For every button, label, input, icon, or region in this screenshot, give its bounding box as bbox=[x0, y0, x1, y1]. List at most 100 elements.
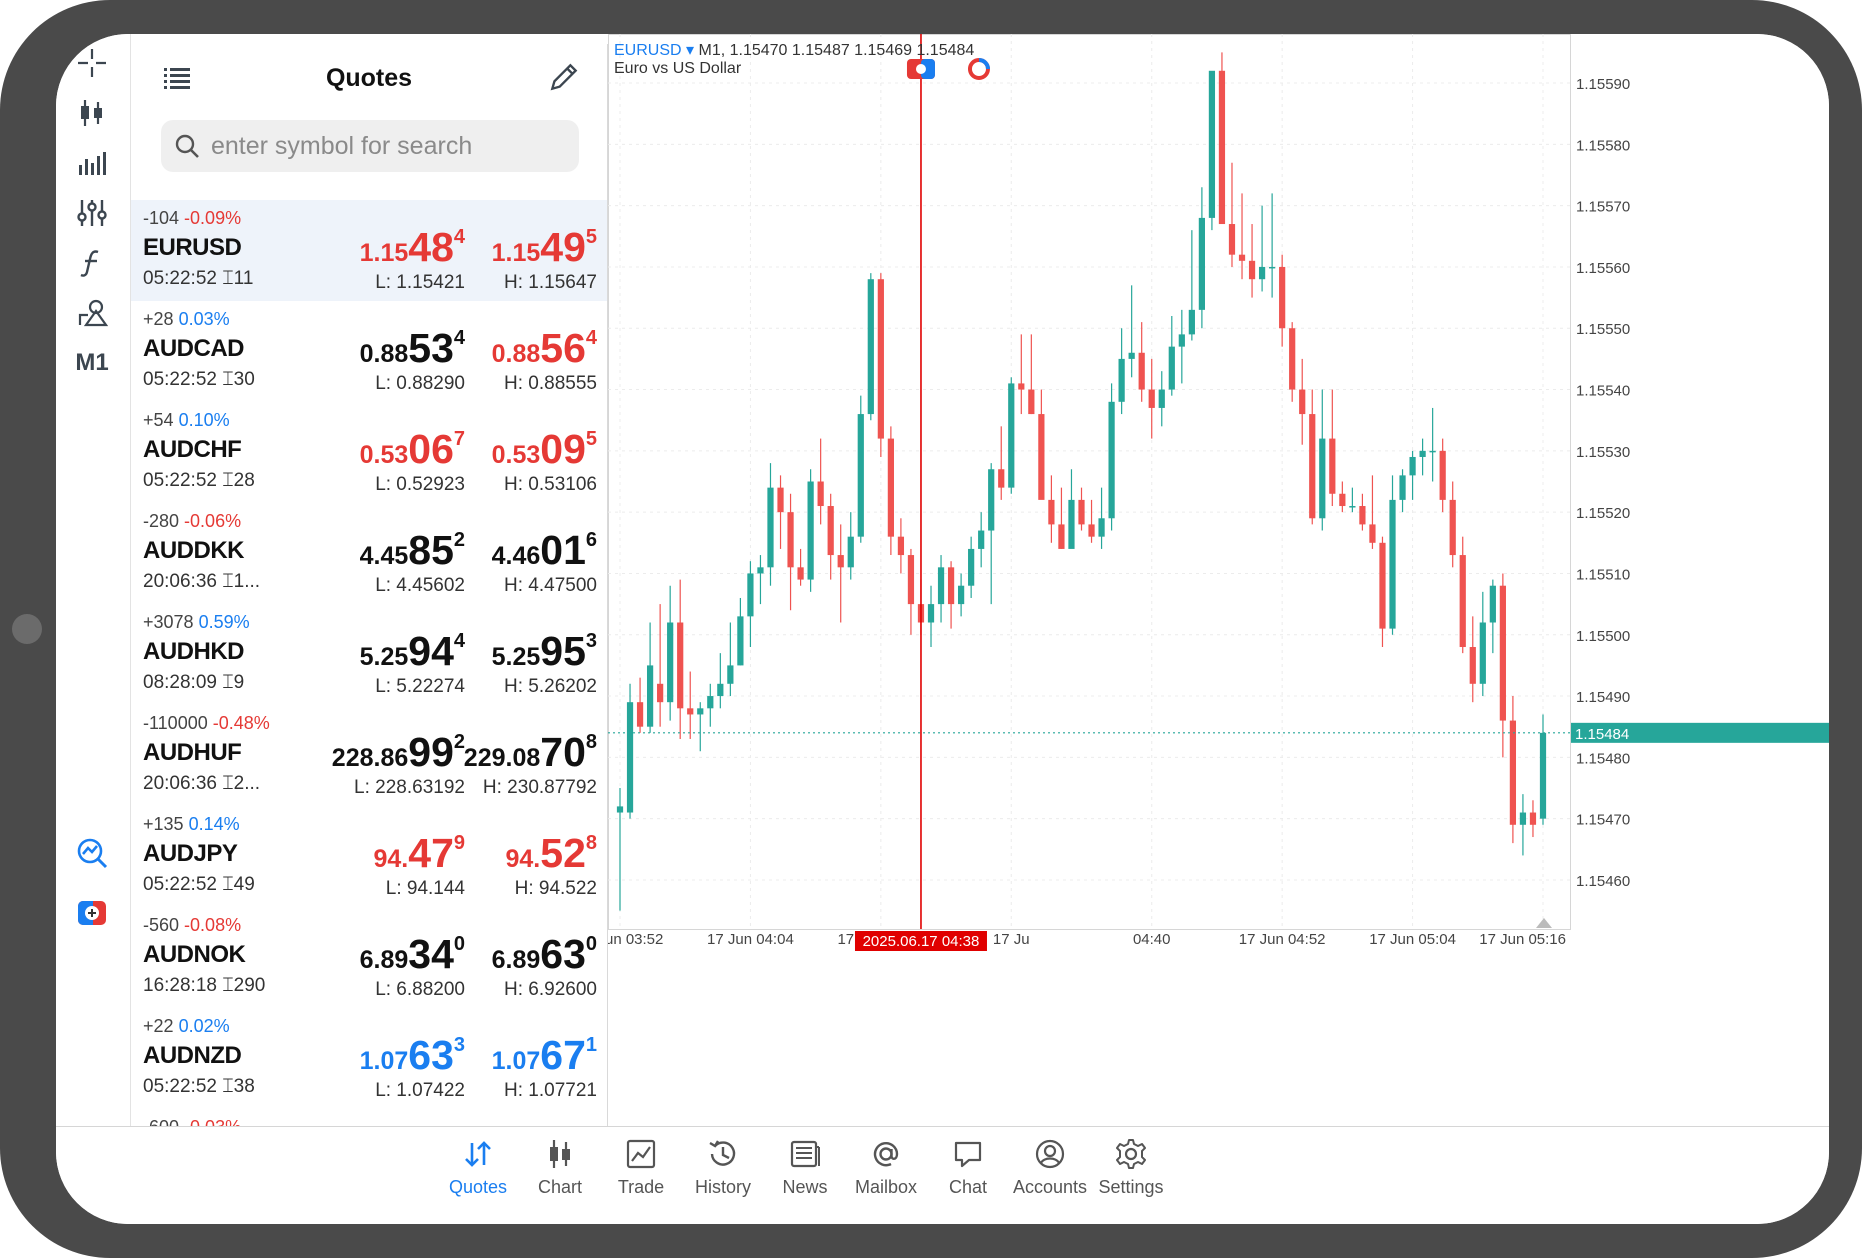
candle-body bbox=[1299, 389, 1306, 415]
quote-bid-price[interactable]: 1.07 63 3 bbox=[360, 1032, 465, 1079]
candle-body bbox=[757, 567, 764, 574]
quote-bid-price[interactable]: 228.86 99 2 bbox=[332, 729, 465, 776]
function-icon[interactable] bbox=[69, 240, 115, 286]
quote-time: 05:22:52 ⌶38 bbox=[143, 1076, 255, 1098]
candle-body bbox=[1018, 383, 1025, 390]
candle-body bbox=[998, 469, 1005, 488]
candle-body bbox=[1028, 389, 1035, 415]
quote-change-points: +28 bbox=[143, 309, 174, 329]
quote-bid-price[interactable]: 4.45 85 2 bbox=[360, 527, 465, 574]
one-click-center-icon bbox=[915, 64, 926, 74]
chart-symbol-dropdown-icon[interactable]: ▾ bbox=[686, 42, 698, 59]
quote-row[interactable]: +135 0.14% AUDJPY 05:22:52 ⌶49 94. 47 9 94. 52 8… bbox=[131, 806, 607, 907]
candle-body bbox=[1339, 493, 1346, 507]
quote-time: 20:06:36 ⌶1... bbox=[143, 571, 260, 593]
candle-body bbox=[677, 622, 684, 709]
quote-spread: 38 bbox=[233, 1076, 255, 1097]
candle-body bbox=[646, 665, 654, 727]
quote-change: +135 0.14% bbox=[143, 814, 240, 835]
price-small: 0.53 bbox=[359, 441, 409, 469]
home-button[interactable] bbox=[12, 614, 42, 644]
symbol-search[interactable] bbox=[161, 120, 579, 172]
quote-ask-price[interactable]: 229.08 70 8 bbox=[464, 729, 597, 776]
quote-row[interactable]: -104 -0.09% EURUSD 05:22:52 ⌶11 1.15 48 4 1.15… bbox=[131, 200, 607, 301]
price-big: 53 bbox=[408, 325, 454, 371]
candle-body bbox=[1208, 70, 1216, 218]
price-superscript: 2 bbox=[453, 529, 465, 551]
quote-change-points: +135 bbox=[143, 814, 184, 834]
news-icon bbox=[790, 1140, 820, 1168]
y-tick-label: 1.15490 bbox=[1576, 689, 1630, 706]
quote-bid-price[interactable]: 94. 47 9 bbox=[374, 830, 466, 877]
quote-low: L: 0.88290 bbox=[375, 373, 465, 394]
quote-row[interactable]: -280 -0.06% AUDDKK 20:06:36 ⌶1... 4.45 85 2 4.… bbox=[131, 503, 607, 604]
quote-row[interactable]: -600 -0.03% bbox=[131, 1109, 607, 1126]
price-small: 4.46 bbox=[491, 542, 541, 570]
quote-bid-price[interactable]: 5.25 94 4 bbox=[360, 628, 465, 675]
candlestick-chart[interactable]: 1.15590 1.15580 1.15570 1.15560 1.15550 1.155… bbox=[608, 34, 1829, 954]
nav-label: Settings bbox=[1098, 1177, 1164, 1197]
quote-bid-price[interactable]: 1.15 48 4 bbox=[360, 224, 465, 271]
candle-body bbox=[867, 279, 874, 415]
search-input[interactable] bbox=[209, 130, 573, 162]
chart-area[interactable]: 1.15590 1.15580 1.15570 1.15560 1.15550 1.155… bbox=[608, 34, 1829, 1126]
quote-ask-price[interactable]: 6.89 63 0 bbox=[492, 931, 597, 978]
quote-ask-price[interactable]: 94. 52 8 bbox=[506, 830, 598, 877]
candle-body bbox=[1309, 414, 1316, 519]
trade-signals-icon[interactable] bbox=[69, 830, 115, 876]
candle-body bbox=[717, 683, 724, 697]
quote-high: H: 230.87792 bbox=[482, 777, 597, 798]
candle-body bbox=[697, 708, 704, 715]
y-tick-label: 1.15510 bbox=[1576, 566, 1630, 583]
quote-ask-price[interactable]: 0.53 09 5 bbox=[492, 426, 597, 473]
spread-icon: ⌶ bbox=[222, 369, 234, 390]
quote-bid-price[interactable]: 0.53 06 7 bbox=[360, 426, 465, 473]
one-click-trading-icon[interactable] bbox=[69, 890, 115, 936]
quote-bid-price[interactable]: 6.89 34 0 bbox=[360, 931, 465, 978]
candles-icon[interactable] bbox=[69, 90, 115, 136]
quote-row[interactable]: +54 0.10% AUDCHF 05:22:52 ⌶28 0.53 06 7 0.53 09… bbox=[131, 402, 607, 503]
candle-body bbox=[1238, 254, 1246, 261]
candle-body bbox=[827, 506, 834, 556]
quote-ask-price[interactable]: 1.15 49 5 bbox=[492, 224, 597, 271]
quote-high: H: 1.15647 bbox=[504, 272, 597, 293]
quote-low: L: 1.15421 bbox=[375, 272, 465, 293]
price-big: 99 bbox=[408, 729, 454, 775]
candle-body bbox=[1128, 352, 1135, 359]
quote-row[interactable]: -110000 -0.48% AUDHUF 20:06:36 ⌶2... 228.86… bbox=[131, 705, 607, 806]
candle-body bbox=[1369, 524, 1376, 543]
chart-ohlc: M1, 1.15470 1.15487 1.15469 1.15484 bbox=[698, 42, 975, 59]
price-small: 5.25 bbox=[491, 643, 541, 671]
x-tick-label: 17 Jun 04:04 bbox=[707, 931, 794, 948]
quote-row[interactable]: +22 0.02% AUDNZD 05:22:52 ⌶38 1.07 63 3 1.07 67… bbox=[131, 1008, 607, 1109]
quote-ask-price[interactable]: 1.07 67 1 bbox=[492, 1032, 597, 1079]
price-superscript: 4 bbox=[585, 327, 597, 349]
chart-symbol-header: EURUSD ▾ M1, 1.15470 1.15487 1.15469 1.1… bbox=[614, 40, 974, 60]
quote-ask-price[interactable]: 5.25 95 3 bbox=[492, 628, 597, 675]
price-big: 85 bbox=[408, 527, 454, 573]
quote-change-percent: 0.03% bbox=[178, 309, 230, 329]
edit-icon[interactable] bbox=[547, 60, 581, 94]
quote-row[interactable]: -560 -0.08% AUDNOK 16:28:18 ⌶290 6.89 34 0 6.8… bbox=[131, 907, 607, 1008]
price-small: 5.25 bbox=[359, 643, 409, 671]
nav-settings[interactable]: Settings bbox=[1083, 1137, 1179, 1198]
quote-row[interactable]: +3078 0.59% AUDHKD 08:28:09 ⌶9 5.25 94 4 5.25 9… bbox=[131, 604, 607, 705]
timeframe-label: M1 bbox=[75, 349, 109, 376]
crosshair-icon[interactable] bbox=[69, 40, 115, 86]
objects-icon[interactable] bbox=[69, 290, 115, 336]
candle-body bbox=[657, 683, 664, 703]
quote-time: 05:22:52 ⌶11 bbox=[143, 268, 253, 290]
volumes-icon[interactable] bbox=[69, 140, 115, 186]
indicator-settings-icon[interactable] bbox=[69, 190, 115, 236]
chart-symbol[interactable]: EURUSD bbox=[614, 42, 682, 59]
quote-ask-price[interactable]: 0.88 56 4 bbox=[492, 325, 597, 372]
timeframe-button[interactable]: M1 bbox=[69, 340, 115, 386]
candle-body bbox=[887, 438, 894, 537]
candle-body bbox=[1389, 499, 1396, 629]
y-tick-label: 1.15460 bbox=[1576, 873, 1630, 890]
quote-row[interactable]: +28 0.03% AUDCAD 05:22:52 ⌶30 0.88 53 4 0.88 56… bbox=[131, 301, 607, 402]
quote-ask-price[interactable]: 4.46 01 6 bbox=[492, 527, 597, 574]
quote-time-value: 08:28:09 bbox=[143, 672, 217, 693]
quote-bid-price[interactable]: 0.88 53 4 bbox=[360, 325, 465, 372]
candle-body bbox=[817, 481, 824, 507]
